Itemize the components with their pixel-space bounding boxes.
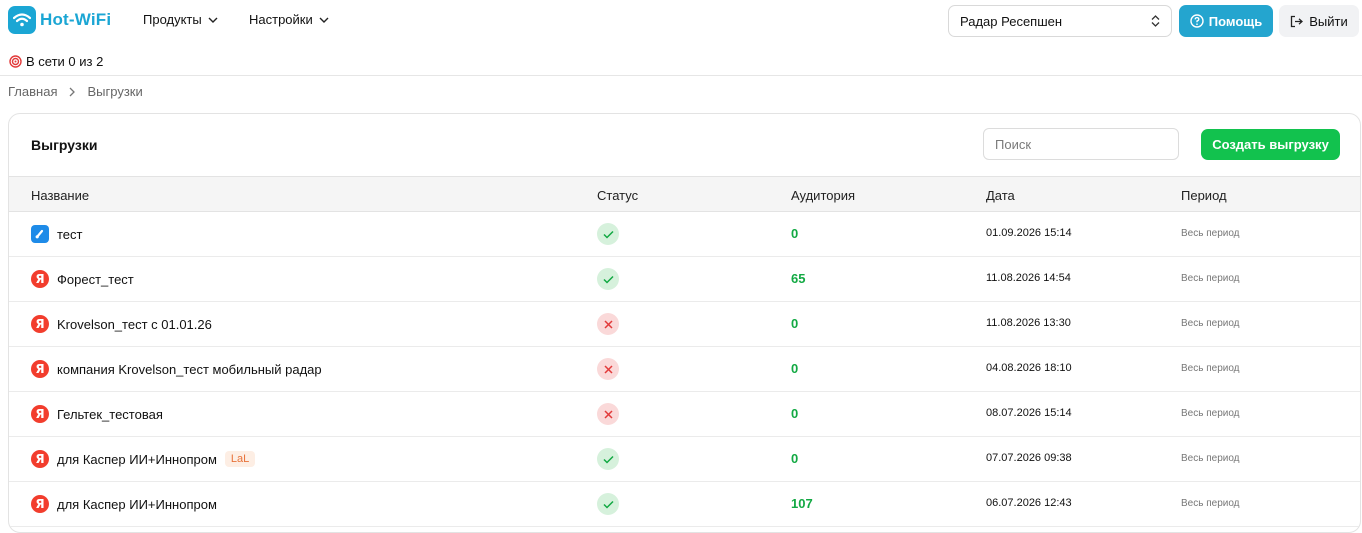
nav-products[interactable]: Продукты (143, 12, 218, 27)
row-name: тест (57, 226, 83, 242)
chevron-down-icon (319, 17, 329, 23)
yandex-icon: Я (31, 360, 49, 378)
help-button-label: Помощь (1208, 13, 1263, 29)
status-success-icon (597, 493, 619, 515)
status-success-icon (597, 223, 619, 245)
breadcrumb-current: Выгрузки (87, 84, 143, 99)
top-header: Hot-WiFi Продукты Настройки Радар Ресепш… (0, 0, 1362, 42)
row-name-cell[interactable]: Якомпания Krovelson_тест мобильный радар (31, 360, 322, 378)
row-date: 08.07.2026 15:14 (986, 407, 1072, 419)
row-period: Весь период (1181, 318, 1240, 329)
row-name-cell[interactable]: Я Гельтек_тестовая (31, 405, 163, 423)
table-row[interactable]: Я Форест_тест 65 11.08.2026 14:54 Весь перио… (9, 257, 1360, 302)
table-row[interactable]: Ядля Каспер ИИ+Иннопром LaL 0 07.07.2026 09… (9, 437, 1360, 482)
row-name: компания Krovelson_тест мобильный радар (57, 361, 322, 377)
row-name-cell[interactable]: тест (31, 225, 83, 243)
status-failed-icon (597, 313, 619, 335)
breadcrumb-home[interactable]: Главная (8, 84, 57, 99)
row-audience: 0 (791, 316, 799, 331)
row-period: Весь период (1181, 498, 1240, 509)
row-date: 01.09.2026 15:14 (986, 227, 1072, 239)
nav-settings[interactable]: Настройки (249, 12, 329, 27)
column-status[interactable]: Статус (597, 188, 638, 203)
create-export-button[interactable]: Создать выгрузку (1201, 129, 1340, 160)
logout-button-label: Выйти (1309, 13, 1348, 29)
column-period[interactable]: Период (1181, 188, 1227, 203)
row-period: Весь период (1181, 228, 1240, 239)
row-name-cell[interactable]: Ядля Каспер ИИ+Иннопром LaL (31, 450, 256, 468)
status-success-icon (597, 268, 619, 290)
nav-products-label: Продукты (143, 12, 202, 27)
help-button[interactable]: Помощь (1179, 5, 1273, 37)
yandex-icon: Я (31, 270, 49, 288)
chevron-right-icon (70, 87, 76, 96)
row-name-cell[interactable]: Я Krovelson_тест с 01.01.26 (31, 315, 212, 333)
page-title: Выгрузки (31, 137, 98, 153)
row-name-cell[interactable]: Я Форест_тест (31, 270, 134, 288)
location-select-value: Радар Ресепшен (960, 13, 1063, 29)
table-header: Название Статус Аудитория Дата Период (9, 176, 1360, 212)
row-name-cell[interactable]: Ядля Каспер ИИ+Иннопром (31, 495, 217, 513)
status-failed-icon (597, 358, 619, 380)
search-input[interactable] (983, 128, 1179, 160)
row-audience: 107 (791, 496, 813, 511)
row-date: 11.08.2026 13:30 (986, 317, 1071, 329)
question-icon (1190, 14, 1204, 28)
radar-icon (9, 55, 22, 68)
nav-settings-label: Настройки (249, 12, 313, 27)
table-row[interactable]: Ядля Каспер ИИ+Иннопром 107 06.07.2026 12:… (9, 482, 1360, 527)
online-status-text: В сети 0 из 2 (26, 54, 104, 69)
yandex-icon: Я (31, 495, 49, 513)
yandex-icon: Я (31, 450, 49, 468)
row-name: Гельтек_тестовая (57, 406, 163, 422)
row-period: Весь период (1181, 363, 1240, 374)
status-success-icon (597, 448, 619, 470)
row-name: Krovelson_тест с 01.01.26 (57, 316, 212, 332)
row-audience: 0 (791, 451, 799, 466)
header-divider (0, 75, 1362, 76)
row-date: 11.08.2026 14:54 (986, 272, 1071, 284)
table-row[interactable]: тест 0 01.09.2026 15:14 Весь период (9, 212, 1360, 257)
location-select[interactable]: Радар Ресепшен (948, 5, 1172, 37)
row-audience: 0 (791, 226, 799, 241)
column-date[interactable]: Дата (986, 188, 1015, 203)
table-row[interactable]: Якомпания Krovelson_тест мобильный радар… (9, 347, 1360, 392)
exports-card: Выгрузки Создать выгрузку Название Стату… (8, 113, 1361, 533)
yandex-icon: Я (31, 315, 49, 333)
row-audience: 65 (791, 271, 806, 286)
row-name: Форест_тест (57, 271, 134, 287)
wifi-icon (8, 6, 36, 34)
row-date: 06.07.2026 12:43 (986, 497, 1072, 509)
column-audience[interactable]: Аудитория (791, 188, 855, 203)
row-badge: LaL (224, 451, 256, 467)
row-date: 07.07.2026 09:38 (986, 452, 1072, 464)
table-row[interactable]: Я Krovelson_тест с 01.01.26 0 11.08.2026 13… (9, 302, 1360, 347)
row-audience: 0 (791, 406, 799, 421)
logout-button[interactable]: Выйти (1279, 5, 1359, 37)
brand-name: Hot-WiFi (40, 10, 112, 29)
logout-icon (1291, 15, 1304, 27)
online-status: В сети 0 из 2 (9, 54, 103, 69)
logo[interactable]: Hot-WiFi (8, 6, 111, 34)
row-name: для Каспер ИИ+Иннопром (57, 451, 217, 467)
row-name: для Каспер ИИ+Иннопром (57, 496, 217, 512)
row-audience: 0 (791, 361, 799, 376)
yandex-icon: Я (31, 405, 49, 423)
column-name[interactable]: Название (31, 188, 89, 203)
chevron-down-icon (208, 17, 218, 23)
status-failed-icon (597, 403, 619, 425)
row-date: 04.08.2026 18:10 (986, 362, 1072, 374)
row-period: Весь период (1181, 408, 1240, 419)
table-row[interactable]: Я Гельтек_тестовая 0 08.07.2026 15:14 Весь п… (9, 392, 1360, 437)
row-period: Весь период (1181, 453, 1240, 464)
breadcrumb: Главная Выгрузки (8, 84, 143, 99)
vk-icon (31, 225, 49, 243)
chevron-up-down-icon (1151, 15, 1160, 27)
row-period: Весь период (1181, 273, 1240, 284)
